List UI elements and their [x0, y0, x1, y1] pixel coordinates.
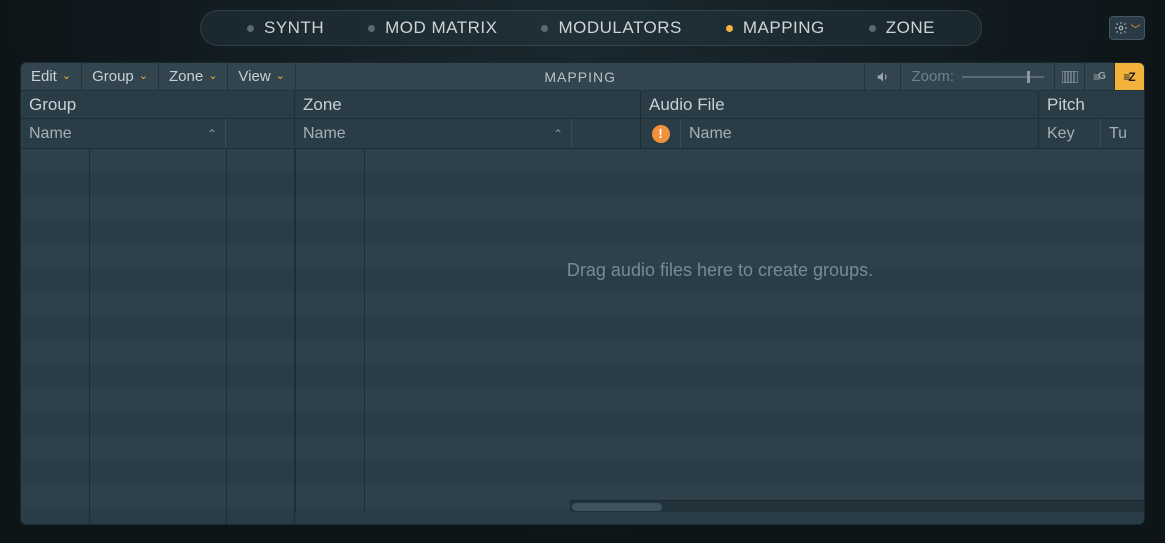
chevron-down-icon: ⌄	[276, 71, 285, 82]
column-title: Zone	[295, 91, 640, 119]
sub-header-label: Name	[29, 125, 72, 143]
z-label: Z	[1128, 70, 1135, 84]
column-audio-file: Audio File ! Name	[641, 91, 1039, 148]
sub-header-label: Name	[689, 125, 732, 143]
toolbar: Edit ⌄ Group ⌄ Zone ⌄ View ⌄ MAPPING	[21, 63, 1144, 91]
column-zone-name[interactable]: Name ⌃	[295, 119, 572, 148]
column-pitch-key[interactable]: Key	[1039, 119, 1101, 148]
column-title: Pitch	[1039, 91, 1144, 119]
column-zone-extra[interactable]	[572, 119, 640, 148]
sub-header-label: Name	[303, 125, 346, 143]
group-view-button[interactable]: ≡G	[1084, 63, 1114, 90]
chevron-down-icon: ⌄	[62, 71, 71, 82]
audition-button[interactable]	[864, 63, 900, 90]
zoom-slider[interactable]	[962, 76, 1044, 78]
chevron-down-icon: ⌄	[139, 71, 148, 82]
gear-icon	[1114, 21, 1128, 35]
column-title: Audio File	[641, 91, 1038, 119]
zoom-control[interactable]: Zoom:	[900, 63, 1054, 90]
menu-label: Zone	[169, 68, 203, 85]
group-menu[interactable]: Group ⌄	[82, 63, 159, 90]
column-headers: Group Name ⌃ Zone Name ⌃	[21, 91, 1144, 149]
settings-menu-button[interactable]: ﹀	[1109, 16, 1145, 40]
column-pitch-tune[interactable]: Tu	[1101, 119, 1144, 148]
keyboard-icon	[1062, 71, 1078, 83]
zoom-label: Zoom:	[911, 68, 954, 85]
keyboard-view-button[interactable]	[1054, 63, 1084, 90]
dot-icon	[869, 25, 876, 32]
column-audio-name[interactable]: Name	[681, 119, 1038, 148]
column-group: Group Name ⌃	[21, 91, 295, 148]
nav-tab-label: MAPPING	[743, 18, 825, 38]
column-zone: Zone Name ⌃	[295, 91, 641, 148]
nav-tab-mod-matrix[interactable]: MOD MATRIX	[346, 11, 519, 45]
column-audio-warning[interactable]: !	[641, 119, 681, 148]
nav-tabs: SYNTH MOD MATRIX MODULATORS MAPPING ZONE	[200, 10, 982, 46]
column-pitch: Pitch Key Tu	[1039, 91, 1144, 148]
nav-tab-zone[interactable]: ZONE	[847, 11, 957, 45]
table-body: Drag audio files here to create groups.	[21, 149, 1144, 524]
sub-header-label: Key	[1047, 125, 1075, 143]
nav-tab-modulators[interactable]: MODULATORS	[519, 11, 703, 45]
drop-zone[interactable]: Drag audio files here to create groups.	[295, 149, 1144, 512]
nav-tab-label: MOD MATRIX	[385, 18, 497, 38]
horizontal-scrollbar[interactable]	[570, 500, 1144, 512]
zone-view-button[interactable]: ≡Z	[1114, 63, 1144, 90]
panel-title: MAPPING	[296, 63, 865, 90]
dot-icon	[368, 25, 375, 32]
g-label: G	[1098, 71, 1106, 82]
drop-placeholder-text: Drag audio files here to create groups.	[567, 260, 873, 281]
sort-asc-icon: ⌃	[207, 127, 217, 141]
column-divider	[226, 149, 227, 524]
dot-icon	[726, 25, 733, 32]
nav-tab-synth[interactable]: SYNTH	[225, 11, 346, 45]
speaker-icon	[875, 70, 891, 84]
nav-tab-label: MODULATORS	[558, 18, 681, 38]
column-title: Group	[21, 91, 294, 119]
sort-asc-icon: ⌃	[553, 127, 563, 141]
nav-tab-label: ZONE	[886, 18, 935, 38]
menu-label: Group	[92, 68, 134, 85]
dot-icon	[541, 25, 548, 32]
zone-menu[interactable]: Zone ⌄	[159, 63, 228, 90]
nav-tab-mapping[interactable]: MAPPING	[704, 11, 847, 45]
nav-tab-label: SYNTH	[264, 18, 324, 38]
menu-label: View	[238, 68, 270, 85]
chevron-down-icon: ⌄	[208, 71, 217, 82]
column-group-name[interactable]: Name ⌃	[21, 119, 226, 148]
dot-icon	[247, 25, 254, 32]
view-menu[interactable]: View ⌄	[228, 63, 295, 90]
menu-label: Edit	[31, 68, 57, 85]
sub-header-label: Tu	[1109, 125, 1127, 143]
zoom-thumb[interactable]	[1027, 71, 1030, 83]
edit-menu[interactable]: Edit ⌄	[21, 63, 82, 90]
column-divider	[89, 149, 90, 524]
scrollbar-thumb[interactable]	[572, 503, 662, 511]
column-divider	[364, 149, 365, 512]
mapping-panel: Edit ⌄ Group ⌄ Zone ⌄ View ⌄ MAPPING	[20, 62, 1145, 525]
chevron-down-icon: ﹀	[1131, 21, 1141, 36]
warning-icon: !	[652, 125, 670, 143]
column-group-extra[interactable]	[226, 119, 294, 148]
